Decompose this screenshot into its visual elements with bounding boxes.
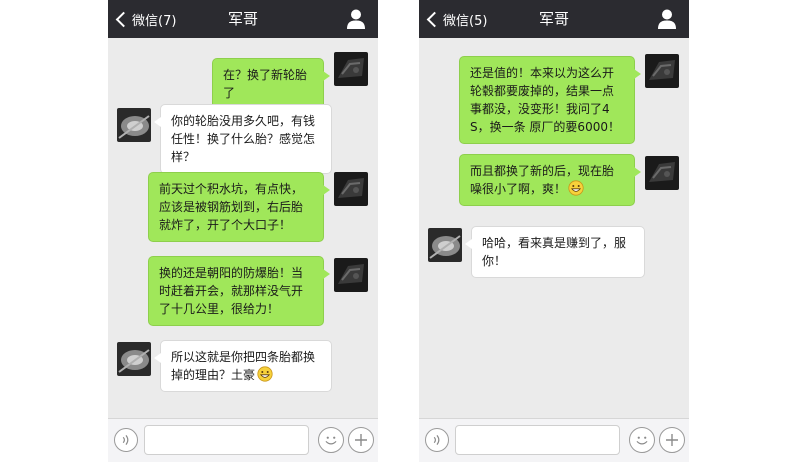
chevron-left-icon	[426, 11, 443, 27]
message-list: 在？换了新轮胎了 你的轮胎没用多久吧，有钱任性！换了什么胎？感觉怎样？ 前天过个…	[108, 38, 378, 418]
back-label: 微信(7)	[132, 13, 177, 29]
emoji-icon[interactable]	[318, 427, 344, 453]
contact-avatar[interactable]	[117, 108, 151, 142]
chat-header: 微信(7) 军哥	[108, 0, 378, 38]
my-avatar[interactable]	[334, 258, 368, 292]
my-avatar[interactable]	[334, 52, 368, 86]
contact-profile-icon[interactable]	[657, 8, 677, 30]
input-bar	[419, 418, 689, 462]
chat-screen-right: 微信(5) 军哥 还是值的！本来以为这么开轮毂都要废掉的，结果一点事都没，没变形…	[419, 0, 689, 462]
voice-icon[interactable]	[425, 428, 449, 452]
message-text: 所以这就是你把四条胎都换掉的理由？土豪	[171, 350, 316, 382]
grin-emoji-icon	[568, 180, 584, 196]
input-bar	[108, 418, 378, 462]
message-input[interactable]	[455, 425, 620, 455]
message-list: 还是值的！本来以为这么开轮毂都要废掉的，结果一点事都没，没变形！我问了4S，换一…	[419, 38, 689, 418]
grin-emoji-icon	[257, 366, 273, 382]
message-bubble: 在？换了新轮胎了	[212, 58, 330, 110]
my-avatar[interactable]	[645, 156, 679, 190]
message-bubble: 哈哈，看来真是赚到了，服你！	[465, 226, 645, 278]
contact-avatar[interactable]	[117, 342, 151, 376]
my-avatar[interactable]	[645, 54, 679, 88]
plus-icon[interactable]	[659, 427, 685, 453]
chat-header: 微信(5) 军哥	[419, 0, 689, 38]
message-text: 而且都换了新的后，现在胎噪很小了啊，爽！	[470, 164, 615, 196]
message-bubble: 你的轮胎没用多久吧，有钱任性！换了什么胎？感觉怎样？	[154, 104, 332, 174]
message-bubble: 而且都换了新的后，现在胎噪很小了啊，爽！	[459, 154, 641, 206]
my-avatar[interactable]	[334, 172, 368, 206]
back-button[interactable]: 微信(5)	[426, 0, 487, 38]
voice-icon[interactable]	[114, 428, 138, 452]
message-bubble: 还是值的！本来以为这么开轮毂都要废掉的，结果一点事都没，没变形！我问了4S，换一…	[459, 56, 641, 144]
back-label: 微信(5)	[443, 13, 488, 29]
emoji-icon[interactable]	[629, 427, 655, 453]
message-bubble: 前天过个积水坑，有点快，应该是被钢筋划到，右后胎就炸了，开了个大口子！	[148, 172, 330, 242]
chat-screen-left: 微信(7) 军哥 在？换了新轮胎了 你的轮胎没用多久吧，有钱任性！换了什么胎？感…	[108, 0, 378, 462]
plus-icon[interactable]	[348, 427, 374, 453]
back-button[interactable]: 微信(7)	[115, 0, 176, 38]
contact-profile-icon[interactable]	[346, 8, 366, 30]
message-input[interactable]	[144, 425, 309, 455]
chevron-left-icon	[115, 11, 132, 27]
message-bubble: 换的还是朝阳的防爆胎！当时赶着开会，就那样没气开了十几公里，很给力！	[148, 256, 330, 326]
message-bubble: 所以这就是你把四条胎都换掉的理由？土豪	[154, 340, 332, 392]
contact-avatar[interactable]	[428, 228, 462, 262]
